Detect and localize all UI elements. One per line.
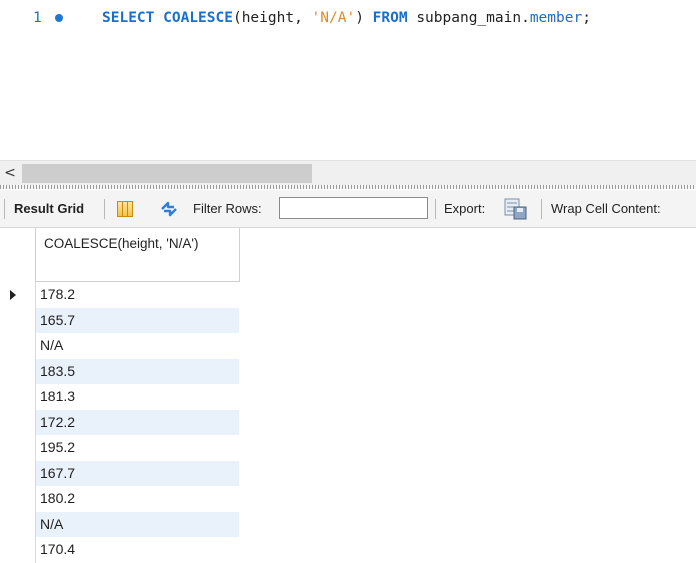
table-row[interactable]: N/A [0,511,240,537]
result-grid-tab[interactable]: Result Grid [14,190,84,227]
table-row[interactable]: 165.7 [0,307,240,333]
sql-editor[interactable]: 1 SELECT COALESCE(height, 'N/A') FROM su… [0,0,696,160]
table-row[interactable]: 183.5 [0,358,240,384]
keyword-coalesce: COALESCE [163,10,233,26]
filter-rows-label: Filter Rows: [193,201,262,216]
result-toolbar: Result Grid Filter Rows: Export: Wrap Ce… [0,190,696,228]
table-row[interactable]: 167.7 [0,460,240,486]
table-cell[interactable]: 195.2 [36,435,239,461]
row-indicator[interactable] [0,486,36,512]
line-number: 1 [33,10,42,26]
row-indicator[interactable] [0,511,36,537]
code-close-paren: ) [355,10,373,26]
column-header[interactable]: COALESCE(height, 'N/A') [36,228,240,282]
wrap-cell-content-label: Wrap Cell Content: [551,201,661,216]
export-icon[interactable] [503,198,529,220]
table-row[interactable]: N/A [0,333,240,359]
table-row[interactable]: 180.2 [0,486,240,512]
grid-rows: 178.2 165.7 N/A 183.5 181.3 172.2 195.2 167.7 18… [0,282,240,563]
table-cell[interactable]: 167.7 [36,460,239,486]
scrollbar-thumb[interactable] [22,164,312,183]
row-indicator[interactable] [0,537,36,563]
grid-layout-icon[interactable] [117,201,133,217]
code-args: (height, [232,10,312,26]
schema-name: subpang_main. [407,10,530,26]
table-row[interactable]: 195.2 [0,435,240,461]
row-indicator[interactable] [0,307,36,333]
keyword-select: SELECT [102,10,155,26]
table-row[interactable]: 181.3 [0,384,240,410]
current-row-indicator-icon[interactable] [0,282,36,308]
toolbar-separator [104,199,105,219]
toolbar-separator [435,199,436,219]
table-cell[interactable]: 183.5 [36,358,239,384]
row-header-corner [0,228,36,282]
table-row[interactable]: 172.2 [0,409,240,435]
table-cell[interactable]: N/A [36,333,239,359]
row-indicator[interactable] [0,333,36,359]
row-indicator[interactable] [0,460,36,486]
code-line-1[interactable]: 1 SELECT COALESCE(height, 'N/A') FROM su… [0,8,696,28]
toolbar-separator [541,199,542,219]
refresh-icon[interactable] [158,198,180,220]
table-cell[interactable]: 165.7 [36,307,239,333]
table-cell[interactable]: N/A [36,511,239,537]
table-cell[interactable]: 170.4 [36,537,239,563]
table-row[interactable]: 178.2 [0,282,240,308]
sql-statement[interactable]: SELECT COALESCE(height, 'N/A') FROM subp… [102,8,591,28]
table-row[interactable]: 170.4 [0,537,240,563]
row-indicator[interactable] [0,435,36,461]
semicolon: ; [582,10,591,26]
keyword-from: FROM [372,10,408,26]
row-indicator[interactable] [0,358,36,384]
table-cell[interactable]: 180.2 [36,486,239,512]
row-indicator[interactable] [0,384,36,410]
string-literal: 'N/A' [311,10,356,26]
filter-rows-input[interactable] [279,197,428,219]
row-indicator[interactable] [0,409,36,435]
scroll-left-icon[interactable]: < [0,161,20,186]
toolbar-separator [4,199,5,219]
table-cell[interactable]: 172.2 [36,409,239,435]
horizontal-scrollbar[interactable]: < [0,160,696,186]
table-name: member [529,10,583,26]
grid-header: COALESCE(height, 'N/A') [0,228,240,282]
export-label: Export: [444,201,486,216]
panel-splitter[interactable] [0,185,696,189]
statement-marker-icon [55,14,63,22]
table-cell[interactable]: 181.3 [36,384,239,410]
table-cell[interactable]: 178.2 [36,282,239,308]
